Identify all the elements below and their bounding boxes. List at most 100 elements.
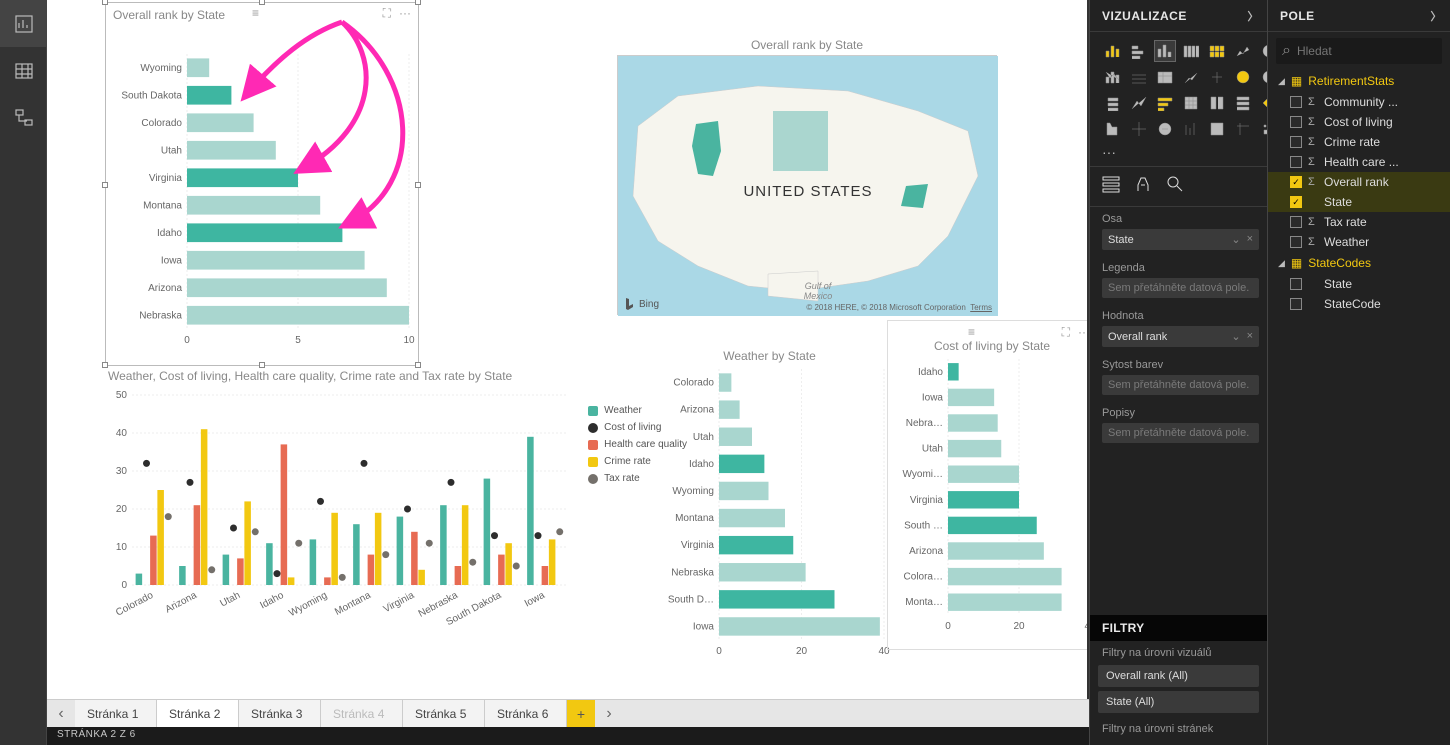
page-tab[interactable]: Stránka 2 <box>157 700 239 727</box>
chevron-down-icon[interactable]: ⌄ <box>1231 330 1240 343</box>
visual-clustered-bar[interactable]: Weather, Cost of living, Health care qua… <box>102 365 687 635</box>
viz-type-icon[interactable] <box>1128 40 1150 62</box>
viz-type-icon[interactable] <box>1154 118 1176 140</box>
report-view-button[interactable] <box>0 0 47 47</box>
checkbox[interactable] <box>1290 216 1302 228</box>
visual-cost-bar[interactable]: ≡ ⛶··· Cost of living by State 02040Idah… <box>887 320 1087 650</box>
viz-type-icon[interactable] <box>1232 118 1254 140</box>
checkbox[interactable] <box>1290 298 1302 310</box>
svg-text:0: 0 <box>716 646 722 657</box>
viz-type-icon[interactable] <box>1128 66 1150 88</box>
visual-overall-rank-bar[interactable]: ≡ ⛶··· Overall rank by State 0510Wyoming… <box>107 4 417 364</box>
visual-drag-icon[interactable]: ≡ <box>968 325 975 339</box>
viz-type-icon[interactable] <box>1180 118 1202 140</box>
remove-icon[interactable]: × <box>1247 233 1253 246</box>
viz-type-icon[interactable] <box>1102 66 1124 88</box>
table-header[interactable]: ◢▦StateCodes <box>1268 252 1450 274</box>
viz-type-icon[interactable] <box>1102 118 1124 140</box>
checkbox[interactable] <box>1290 96 1302 108</box>
visualizations-header[interactable]: VIZUALIZACE〉 <box>1090 0 1267 32</box>
page-tab[interactable]: Stránka 4 <box>321 700 403 727</box>
visual-weather-bar[interactable]: Weather by State 02040ColoradoArizonaUta… <box>647 345 892 665</box>
field-item[interactable]: ΣCrime rate <box>1268 132 1450 152</box>
viz-type-icon[interactable] <box>1232 40 1254 62</box>
filter-item[interactable]: State (All) <box>1098 691 1259 713</box>
field-item[interactable]: ΣOverall rank <box>1268 172 1450 192</box>
checkbox[interactable] <box>1290 196 1302 208</box>
add-page-button[interactable]: + <box>567 700 595 727</box>
fields-tab[interactable] <box>1102 175 1120 198</box>
viz-type-icon[interactable] <box>1180 40 1202 62</box>
remove-icon[interactable]: × <box>1247 330 1253 343</box>
checkbox[interactable] <box>1290 176 1302 188</box>
viz-type-icon[interactable] <box>1206 118 1228 140</box>
viz-type-icon[interactable] <box>1154 92 1176 114</box>
viz-more-icon[interactable]: ··· <box>1090 144 1267 166</box>
page-tab[interactable]: Stránka 3 <box>239 700 321 727</box>
focus-mode-icon[interactable]: ⛶ <box>1062 325 1070 340</box>
viz-type-icon[interactable] <box>1128 118 1150 140</box>
viz-type-icon[interactable] <box>1102 40 1124 62</box>
filters-header[interactable]: FILTRY <box>1090 615 1267 641</box>
field-well-item[interactable]: Overall rank⌄× <box>1102 326 1259 347</box>
field-item[interactable]: StateCode <box>1268 294 1450 314</box>
viz-type-icon[interactable] <box>1154 66 1176 88</box>
svg-text:Arizona: Arizona <box>164 590 199 616</box>
model-view-button[interactable] <box>0 94 47 141</box>
chevron-down-icon[interactable]: ⌄ <box>1231 233 1240 246</box>
field-item[interactable]: ΣTax rate <box>1268 212 1450 232</box>
field-well-placeholder[interactable]: Sem přetáhněte datová pole. <box>1102 423 1259 443</box>
chevron-right-icon[interactable]: 〉 <box>1248 8 1260 24</box>
format-tab[interactable] <box>1134 175 1152 198</box>
field-well-placeholder[interactable]: Sem přetáhněte datová pole. <box>1102 375 1259 395</box>
more-icon[interactable]: ··· <box>399 6 411 21</box>
viz-type-icon[interactable] <box>1206 92 1228 114</box>
viz-type-icon[interactable] <box>1128 92 1150 114</box>
filter-item[interactable]: Overall rank (All) <box>1098 665 1259 687</box>
field-item[interactable]: ΣCost of living <box>1268 112 1450 132</box>
focus-mode-icon[interactable]: ⛶ <box>383 6 391 21</box>
checkbox[interactable] <box>1290 156 1302 168</box>
checkbox[interactable] <box>1290 136 1302 148</box>
page-tab[interactable]: Stránka 5 <box>403 700 485 727</box>
viz-type-icon[interactable] <box>1180 66 1202 88</box>
checkbox[interactable] <box>1290 236 1302 248</box>
field-item[interactable]: ΣCommunity ... <box>1268 92 1450 112</box>
well-label: Osa <box>1102 213 1259 225</box>
viz-type-icon[interactable] <box>1232 92 1254 114</box>
viz-type-icon[interactable] <box>1102 92 1124 114</box>
chevron-right-icon[interactable]: 〉 <box>1431 8 1443 24</box>
visual-options[interactable]: ⛶ ··· <box>383 6 411 21</box>
more-icon[interactable]: ··· <box>1078 325 1087 340</box>
tabs-next[interactable]: › <box>595 700 623 727</box>
page-tab[interactable]: Stránka 6 <box>485 700 567 727</box>
viz-type-icon[interactable] <box>1180 92 1202 114</box>
visual-map[interactable]: Overall rank by State UNITED STATES Gulf… <box>617 55 997 315</box>
field-item[interactable]: State <box>1268 274 1450 294</box>
analytics-tab[interactable] <box>1166 175 1184 198</box>
visual-drag-icon[interactable]: ≡ <box>252 6 259 20</box>
data-view-button[interactable] <box>0 47 47 94</box>
svg-text:Arizona: Arizona <box>909 546 943 557</box>
page-tab[interactable]: Stránka 1 <box>75 700 157 727</box>
fields-search-input[interactable] <box>1297 44 1450 58</box>
tabs-prev[interactable]: ‹ <box>47 700 75 727</box>
table-header[interactable]: ◢▦RetirementStats <box>1268 70 1450 92</box>
field-item[interactable]: ΣWeather <box>1268 232 1450 252</box>
svg-text:Monta…: Monta… <box>905 597 943 608</box>
field-well-placeholder[interactable]: Sem přetáhněte datová pole. <box>1102 278 1259 298</box>
fields-header[interactable]: POLE〉 <box>1268 0 1450 32</box>
checkbox[interactable] <box>1290 116 1302 128</box>
checkbox[interactable] <box>1290 278 1302 290</box>
field-item[interactable]: ΣHealth care ... <box>1268 152 1450 172</box>
field-item[interactable]: State <box>1268 192 1450 212</box>
viz-type-icon[interactable] <box>1206 66 1228 88</box>
visual-options[interactable]: ⛶ ··· <box>1062 325 1087 340</box>
fields-search[interactable]: ⌕ <box>1276 38 1442 64</box>
viz-type-icon[interactable] <box>1232 66 1254 88</box>
report-canvas[interactable]: ≡ ⛶··· Overall rank by State 0510Wyoming… <box>47 0 1087 699</box>
fields-pane: POLE〉 ⌕ ◢▦RetirementStatsΣCommunity ...Σ… <box>1267 0 1450 745</box>
field-well-item[interactable]: State⌄× <box>1102 229 1259 250</box>
viz-type-icon[interactable] <box>1154 40 1176 62</box>
viz-type-icon[interactable] <box>1206 40 1228 62</box>
